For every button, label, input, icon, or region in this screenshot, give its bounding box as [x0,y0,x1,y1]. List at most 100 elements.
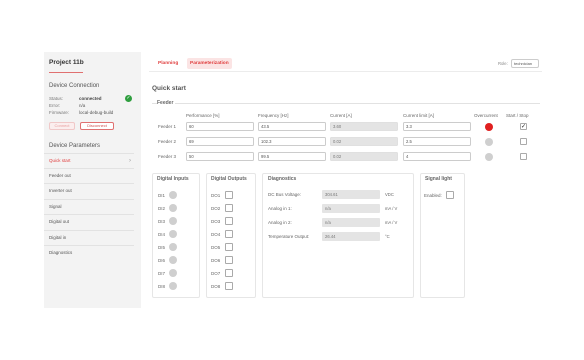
feeder-2-frequency-input[interactable]: 102.3 [258,137,326,146]
di6-label: DI6 [158,258,166,263]
col-current: Current [A] [330,113,352,118]
col-frequency: Frequency [Hz] [258,113,289,118]
di3-label: DI3 [158,219,166,224]
tab-planning[interactable]: Planning [155,58,181,69]
feeder-3-label: Feeder 3 [158,154,177,159]
role-label: Role: [498,61,508,66]
col-start-stop: Start / Stop [506,113,529,118]
do8-checkbox[interactable] [225,282,233,290]
feeder-2-limit-input[interactable]: 2.5 [403,137,471,146]
col-overcurrent: Overcurrent [474,113,498,118]
do5-checkbox[interactable] [225,243,233,251]
di5-label: DI5 [158,245,166,250]
error-value: n/a [79,103,86,108]
error-label: Error: [49,103,61,108]
feeder-3-limit-input[interactable]: 4 [403,152,471,161]
analog-in-1-label: Analog in 1: [268,206,292,211]
feeder-2-label: Feeder 2 [158,139,177,144]
digital-outputs-title: Digital Outputs [211,176,249,182]
tab-divider [149,71,542,72]
do4-label: DO4 [211,232,221,237]
digital-inputs-title: Digital Inputs [157,176,191,182]
connect-button[interactable]: Connect [49,122,75,130]
status-value: connected [79,96,102,101]
sidebar-item-feeder-out[interactable]: Feeder out [44,168,134,183]
role-select[interactable]: technician [511,59,539,68]
sidebar-item-label: Feeder out [49,173,71,178]
app-window: Project 11b Device Connection Status: co… [44,52,542,308]
feeder-3-current-value: 0.02 [330,152,398,161]
sidebar-item-digital-in[interactable]: Digital in [44,230,134,245]
do1-label: DO1 [211,193,221,198]
sidebar-item-inverter-out[interactable]: Inverter out [44,183,134,198]
feeder-1-performance-input[interactable]: 60 [186,122,254,131]
di1-label: DI1 [158,193,166,198]
dc-bus-voltage-value: 304.61 [322,190,380,199]
feeder-2-start-stop-checkbox[interactable] [520,138,527,145]
sidebar-item-label: Diagnostics [49,250,73,255]
temperature-output-value: 26.44 [322,232,380,241]
signal-light-panel [420,173,465,298]
di8-indicator [169,282,177,290]
analog-in-2-value: n/a [322,218,380,227]
feeder-1-limit-input[interactable]: 3.3 [403,122,471,131]
sidebar: Project 11b Device Connection Status: co… [44,52,141,308]
do1-checkbox[interactable] [225,191,233,199]
sidebar-item-quick-start[interactable]: Quick start › [44,153,134,168]
feeder-1-start-stop-checkbox[interactable]: ✓ [520,123,527,130]
feeder-1-current-value: 3.60 [330,122,398,131]
main-content: Planning Parameterization Role: technici… [149,52,542,308]
status-row: Status: connected [49,96,102,101]
do6-checkbox[interactable] [225,256,233,264]
sidebar-item-diagnostics[interactable]: Diagnostics [44,245,134,260]
chevron-right-icon: › [129,158,131,164]
signal-light-title: Signal light [425,176,454,182]
feeder-2-performance-input[interactable]: 69 [186,137,254,146]
signal-light-enabled-label: Enabled: [424,193,442,198]
error-row: Error: n/a [49,103,85,108]
disconnect-button[interactable]: Disconnect [80,122,114,130]
dc-bus-voltage-unit: VDC [385,192,394,197]
di6-indicator [169,256,177,264]
sidebar-item-label: Quick start [49,158,71,163]
di4-label: DI4 [158,232,166,237]
do2-checkbox[interactable] [225,204,233,212]
feeder-title: Feeder [157,100,176,106]
temperature-output-label: Temperature Output: [268,234,310,239]
di7-indicator [169,269,177,277]
do2-label: DO2 [211,206,221,211]
do4-checkbox[interactable] [225,230,233,238]
analog-in-1-unit: mA / V [385,206,398,211]
firmware-row: Firmware: local-debug-build [49,110,113,115]
di3-indicator [169,217,177,225]
feeder-3-start-stop-checkbox[interactable] [520,153,527,160]
sidebar-item-label: Inverter out [49,188,72,193]
check-circle-icon: ✓ [125,95,132,102]
tab-parameterization[interactable]: Parameterization [187,58,232,69]
analog-in-1-value: n/a [322,204,380,213]
do7-checkbox[interactable] [225,269,233,277]
checkmark-icon: ✓ [521,124,527,130]
sidebar-item-label: Signal [49,204,62,209]
device-connection-title: Device Connection [49,83,100,89]
feeder-1-frequency-input[interactable]: 43.5 [258,122,326,131]
feeder-1-overcurrent-indicator [485,123,493,131]
analog-in-2-unit: mA / V [385,220,398,225]
di5-indicator [169,243,177,251]
sidebar-item-signal[interactable]: Signal [44,199,134,214]
do6-label: DO6 [211,258,221,263]
do3-checkbox[interactable] [225,217,233,225]
dc-bus-voltage-label: DC Bus Voltage: [268,192,302,197]
feeder-2-current-value: 0.02 [330,137,398,146]
feeder-3-performance-input[interactable]: 50 [186,152,254,161]
col-current-limit: Current limit [A] [403,113,435,118]
device-parameters-title: Device Parameters [49,143,101,149]
signal-light-enabled-checkbox[interactable] [446,191,454,199]
sidebar-item-label: Digital out [49,219,70,224]
diagnostics-title: Diagnostics [268,176,299,182]
status-label: Status: [49,96,64,101]
sidebar-item-digital-out[interactable]: Digital out [44,214,134,229]
di2-indicator [169,204,177,212]
feeder-3-frequency-input[interactable]: 99.5 [258,152,326,161]
analog-in-2-label: Analog in 2: [268,220,292,225]
